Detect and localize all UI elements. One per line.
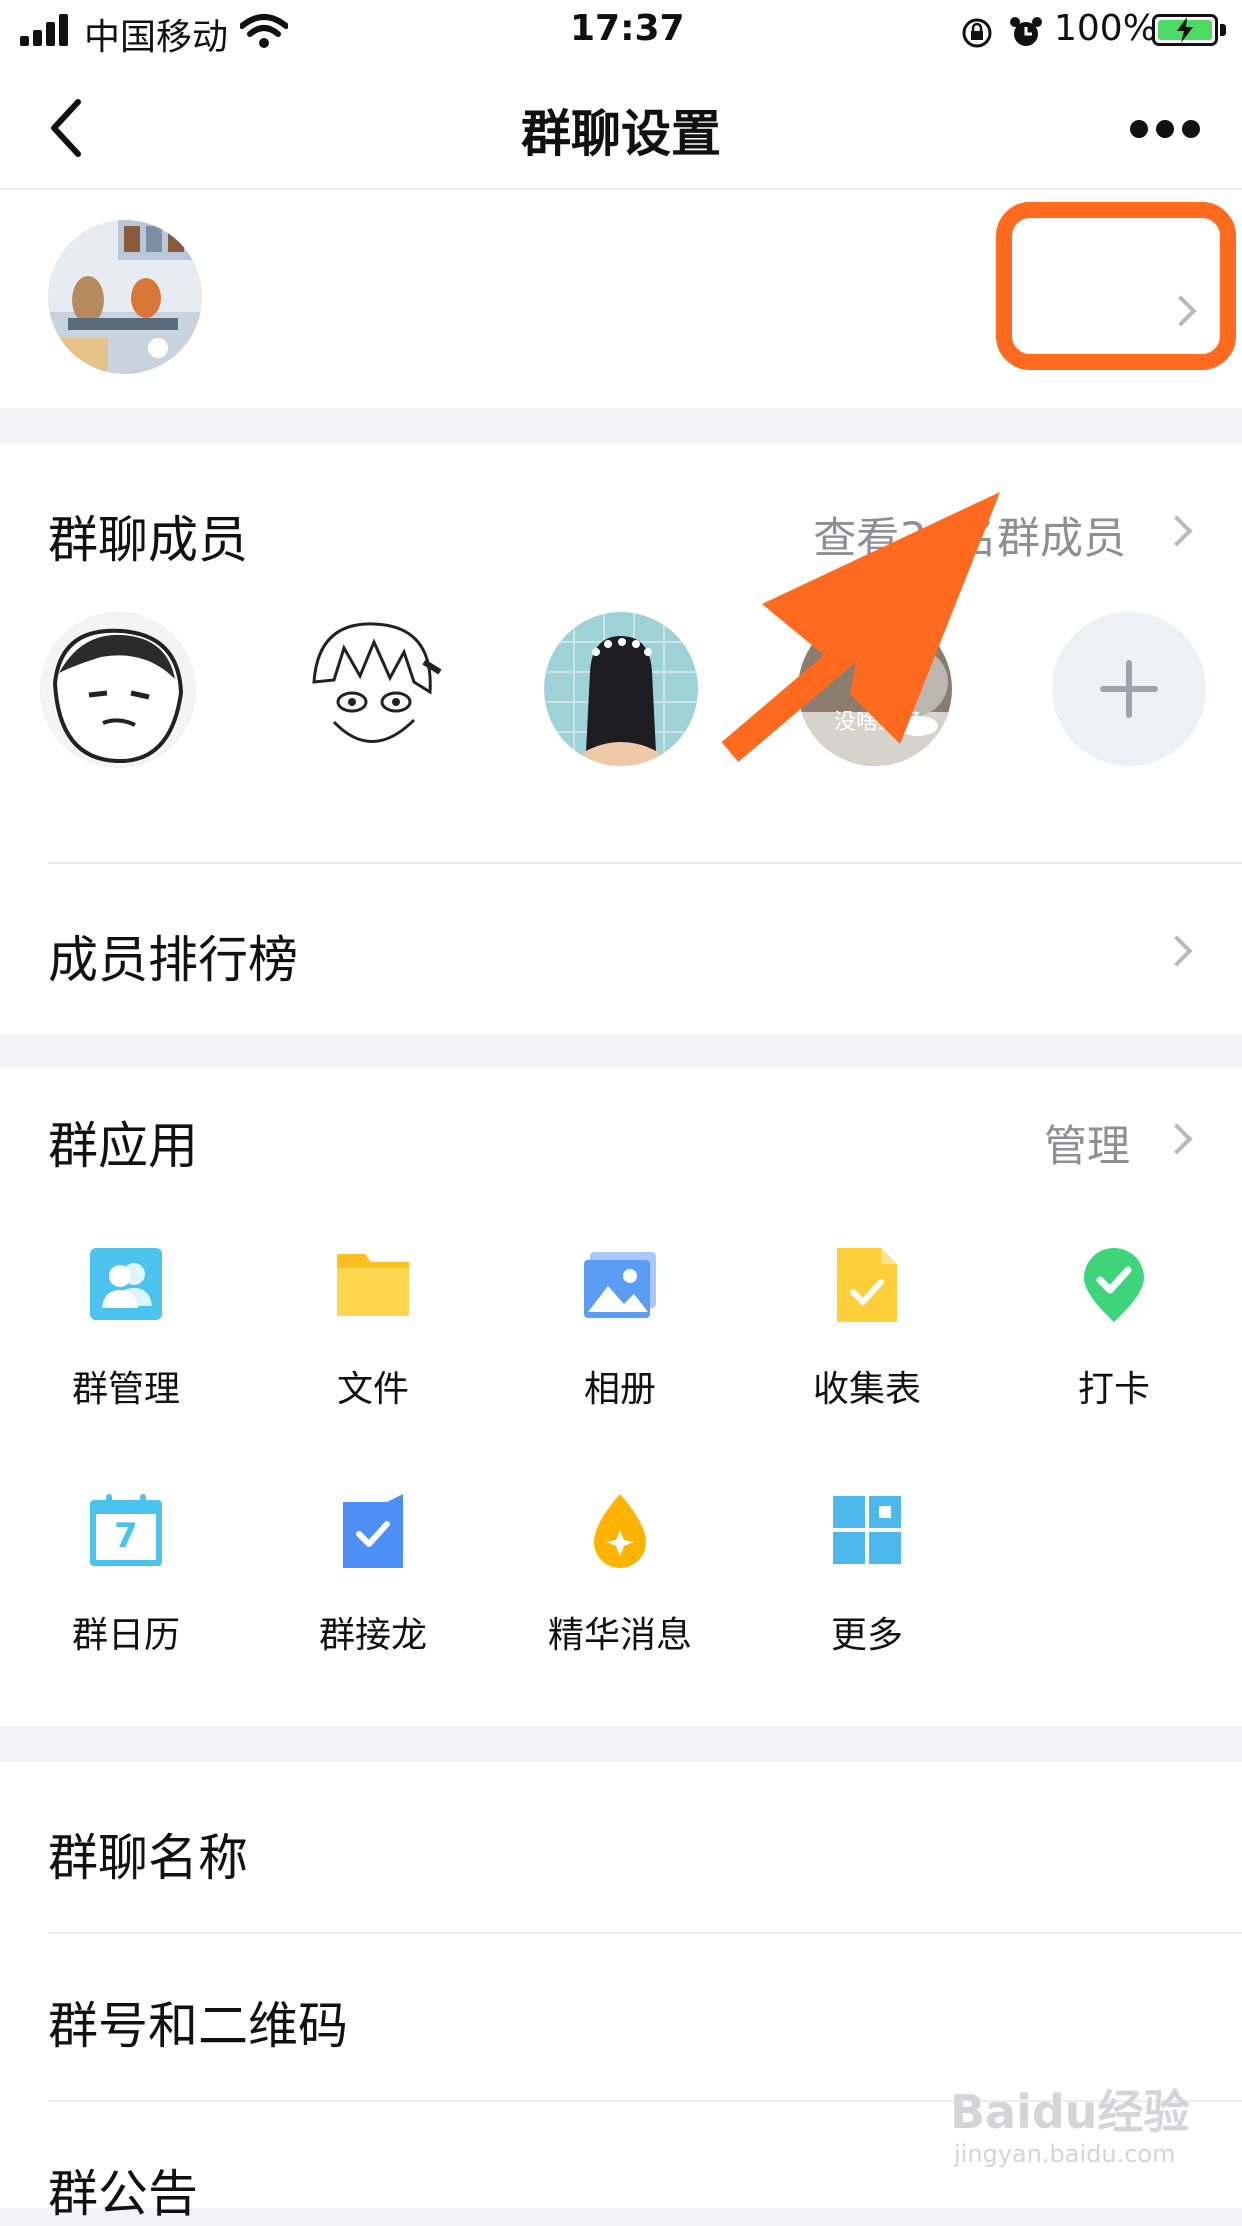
app-label: 打卡 <box>1077 1369 1150 1410</box>
app-more[interactable]: 更多 <box>767 1494 967 1664</box>
app-group-manage[interactable]: 群管理 <box>26 1248 226 1418</box>
essence-icon <box>594 1494 646 1568</box>
chevron-right-icon[interactable] <box>1161 1123 1193 1155</box>
battery-percent: 100% <box>1054 8 1157 49</box>
watermark-brand: Baidu经验 <box>950 2085 1190 2139</box>
settings-list: 群聊名称 群号和二维码 群公告 Baidu经验 jingyan.baidu.co… <box>0 1762 1242 2223</box>
chevron-right-icon[interactable] <box>1161 515 1193 547</box>
album-icon <box>584 1252 656 1318</box>
annotation-arrow <box>721 492 1000 762</box>
baidu-watermark: Baidu经验 jingyan.baidu.com <box>950 2076 1230 2176</box>
members-label: 群聊成员 <box>48 511 248 569</box>
app-collection-form[interactable]: 收集表 <box>767 1248 967 1418</box>
group-avatar <box>48 220 202 374</box>
page-title: 群聊设置 <box>521 105 721 163</box>
group-apps-section: 群应用 管理 群管理 文件 相册 收集表 打卡 7 群日历 群接龙 精华消息 更… <box>0 1068 1242 1726</box>
member-avatar[interactable] <box>294 612 448 766</box>
app-label: 相册 <box>583 1369 656 1410</box>
annotation-highlight-box <box>996 202 1236 370</box>
app-label: 精华消息 <box>547 1615 692 1656</box>
carrier-name: 中国移动 <box>84 17 229 58</box>
battery-icon <box>1152 14 1218 46</box>
calendar-day: 7 <box>114 1516 138 1556</box>
folder-icon <box>337 1254 409 1316</box>
app-label: 群接龙 <box>318 1615 427 1656</box>
app-label: 收集表 <box>812 1369 921 1410</box>
app-label: 文件 <box>336 1369 409 1410</box>
row-label: 群公告 <box>48 2165 198 2223</box>
check-in-icon <box>1084 1248 1144 1322</box>
member-ranking-row[interactable]: 成员排行榜 <box>0 864 1242 1034</box>
app-label: 更多 <box>830 1615 903 1656</box>
app-essence[interactable]: 精华消息 <box>520 1494 720 1664</box>
member-avatar[interactable] <box>40 612 196 768</box>
manage-apps-link[interactable]: 管理 <box>1044 1112 1130 1174</box>
app-album[interactable]: 相册 <box>520 1248 720 1418</box>
alarm-icon <box>1010 17 1042 46</box>
chevron-right-icon <box>1161 935 1193 967</box>
app-files[interactable]: 文件 <box>273 1248 473 1418</box>
row-label: 群号和二维码 <box>48 1997 348 2055</box>
relay-icon <box>343 1494 403 1568</box>
app-check-in[interactable]: 打卡 <box>1014 1248 1214 1418</box>
wifi-icon <box>240 14 288 48</box>
navigation-bar: 群聊设置 <box>0 64 1242 189</box>
apps-label: 群应用 <box>48 1117 198 1175</box>
app-label: 群管理 <box>71 1369 180 1410</box>
signal-icon <box>20 14 72 46</box>
add-member-button[interactable] <box>1052 612 1206 766</box>
group-name-row[interactable]: 群聊名称 <box>0 1762 1242 1932</box>
grid-more-icon <box>833 1496 901 1564</box>
clock-time: 17:37 <box>570 8 685 49</box>
row-label: 群聊名称 <box>48 1829 248 1887</box>
group-manage-icon <box>90 1248 162 1320</box>
more-dots-icon[interactable] <box>1130 120 1200 140</box>
rotation-lock-icon <box>962 18 992 48</box>
app-label: 群日历 <box>71 1615 180 1656</box>
ranking-label: 成员排行榜 <box>48 931 298 989</box>
app-calendar[interactable]: 7 群日历 <box>26 1494 226 1664</box>
form-icon <box>837 1248 897 1322</box>
status-bar: 中国移动 17:37 100% <box>0 0 1242 64</box>
watermark-url: jingyan.baidu.com <box>954 2140 1176 2168</box>
member-avatar[interactable] <box>544 612 698 766</box>
app-relay[interactable]: 群接龙 <box>273 1494 473 1664</box>
members-section: 群聊成员 查看30名群成员 <box>0 444 1242 1034</box>
group-profile-row[interactable] <box>0 190 1242 408</box>
